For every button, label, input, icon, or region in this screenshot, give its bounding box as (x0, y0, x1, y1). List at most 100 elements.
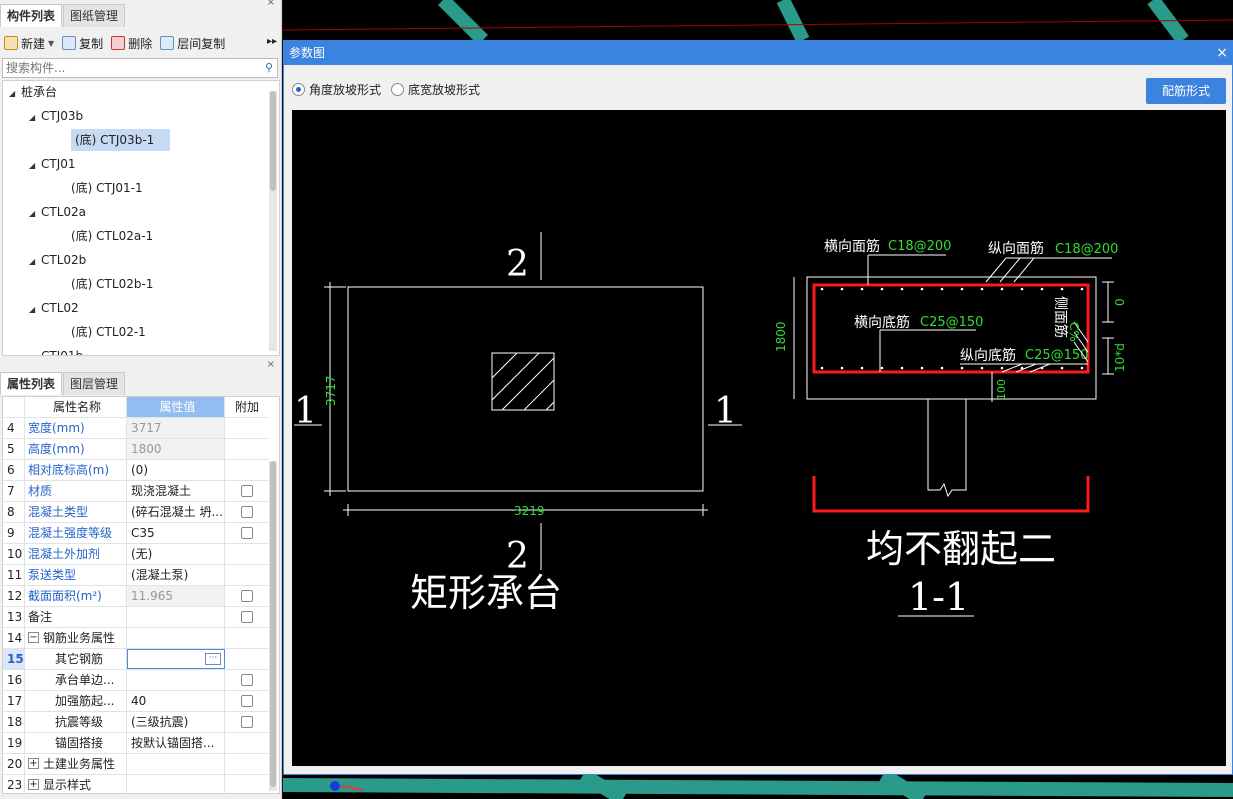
expand-triangle-icon[interactable]: ◢ (29, 155, 41, 177)
copy-button[interactable]: 复制 (62, 35, 103, 52)
property-row[interactable]: 11 泵送类型 (混凝土泵) (3, 565, 269, 586)
extra-checkbox[interactable] (241, 505, 253, 518)
tree-group-item[interactable]: ◢ 桩承台 (9, 81, 57, 103)
property-row[interactable]: 17 加强筋起... 40 (3, 691, 269, 712)
extra-checkbox[interactable] (241, 484, 253, 497)
property-value[interactable]: 现浇混凝土 (127, 481, 225, 501)
expand-triangle-icon[interactable]: ◢ (29, 299, 41, 321)
property-row[interactable]: 19 锚固搭接 按默认锚固搭... (3, 733, 269, 754)
radio-unchecked-icon (391, 83, 405, 96)
property-row-num: 20 (3, 754, 25, 774)
property-row[interactable]: 13 备注 (3, 607, 269, 628)
property-value[interactable] (127, 628, 225, 648)
search-icon[interactable]: ⚲ (265, 61, 273, 74)
property-row[interactable]: 8 混凝土类型 (碎石混凝土 坍... (3, 502, 269, 523)
dim-width-text: 3219 (514, 504, 545, 518)
extra-checkbox[interactable] (241, 673, 253, 686)
floor-copy-button[interactable]: 层间复制 (160, 35, 225, 52)
tree-leaf-item[interactable]: (底) CTL02-1 (71, 321, 146, 343)
extra-checkbox[interactable] (241, 715, 253, 728)
property-row[interactable]: 4 宽度(mm) 3717 (3, 418, 269, 439)
property-value[interactable]: (混凝土泵) (127, 565, 225, 585)
tree-leaf-item[interactable]: (底) CTL02a-1 (71, 225, 153, 247)
expand-triangle-icon[interactable]: ◢ (29, 107, 41, 129)
property-value[interactable] (127, 670, 225, 690)
extra-checkbox[interactable] (241, 526, 253, 539)
tree-leaf-item[interactable]: (底) CTJ01-1 (71, 177, 143, 199)
property-row[interactable]: 18 抗震等级 (三级抗震) (3, 712, 269, 733)
property-row[interactable]: 23 + 显示样式 (3, 775, 269, 793)
property-row[interactable]: 6 相对底标高(m) (0) (3, 460, 269, 481)
new-button[interactable]: 新建 ▼ (4, 35, 54, 52)
extra-checkbox[interactable] (241, 694, 253, 707)
property-row-num: 12 (3, 586, 25, 606)
property-value-text: 1800 (131, 442, 162, 456)
property-value[interactable]: 1800 (127, 439, 225, 459)
tree-group-item[interactable]: ◢ CTJ01 (29, 153, 76, 175)
expand-triangle-icon[interactable]: ◢ (29, 251, 41, 273)
property-value[interactable] (127, 775, 225, 793)
dialog-titlebar[interactable]: 参数图 × (284, 41, 1232, 65)
tree-group-item[interactable]: ◢CTJ01b (29, 345, 83, 355)
property-row[interactable]: 12 截面面积(m²) 11.965 (3, 586, 269, 607)
property-value[interactable]: 11.965 (127, 586, 225, 606)
property-value[interactable] (127, 754, 225, 774)
property-value[interactable]: (0) (127, 460, 225, 480)
tab-component-list[interactable]: 构件列表 (0, 4, 63, 27)
radio-width-slope[interactable]: 底宽放坡形式 (391, 81, 480, 98)
copy-label: 复制 (79, 36, 104, 51)
tree-scrollbar[interactable] (269, 91, 277, 351)
property-value[interactable]: (碎石混凝土 坍... (127, 502, 225, 522)
property-value[interactable]: 按默认锚固搭... (127, 733, 225, 753)
tree-leaf-item[interactable]: (底) CTL02b-1 (71, 273, 153, 295)
property-value[interactable]: (无) (127, 544, 225, 564)
property-row[interactable]: 20 + 土建业务属性 (3, 754, 269, 775)
property-row[interactable]: 7 材质 现浇混凝土 (3, 481, 269, 502)
property-scrollbar-thumb[interactable] (270, 461, 276, 787)
tree-group-item[interactable]: ◢ CTL02 (29, 297, 79, 319)
property-name-label: 泵送类型 (28, 568, 77, 582)
pile-cap-rebar (812, 476, 1090, 513)
expand-plus-icon[interactable]: + (28, 758, 39, 769)
property-value[interactable]: C35 (127, 523, 225, 543)
ellipsis-icon[interactable]: ··· (205, 653, 221, 665)
delete-button[interactable]: 删除 (111, 35, 152, 52)
close-icon[interactable]: × (267, 359, 275, 370)
tree-group-item[interactable]: ◢ CTL02b (29, 249, 86, 271)
rebar-form-button[interactable]: 配筋形式 (1146, 78, 1226, 104)
tree-group-item[interactable]: ◢ CTL02a (29, 201, 86, 223)
property-row[interactable]: 10 混凝土外加剂 (无) (3, 544, 269, 565)
label-bot-long: 纵向底筋 (960, 347, 1016, 364)
property-row[interactable]: 9 混凝土强度等级 C35 (3, 523, 269, 544)
property-value[interactable]: (三级抗震) (127, 712, 225, 732)
property-scrollbar[interactable] (269, 461, 277, 791)
toolbar-overflow-icon[interactable]: ▸▸ (267, 36, 277, 47)
property-row-num: 18 (3, 712, 25, 732)
tree-leaf-item[interactable]: (底) CTJ03b-1 (71, 129, 171, 151)
property-row[interactable]: 14− 钢筋业务属性 (3, 628, 269, 649)
radio-angle-slope[interactable]: 角度放坡形式 (292, 81, 381, 98)
property-value-text: 40 (131, 694, 147, 708)
expand-plus-icon[interactable]: + (28, 779, 39, 790)
property-value[interactable]: ··· (127, 649, 225, 669)
expand-triangle-icon[interactable]: ◢ (29, 203, 41, 225)
property-value[interactable]: 40 (127, 691, 225, 711)
collapse-minus-icon[interactable]: − (28, 632, 39, 643)
tab-layer-manage[interactable]: 图层管理 (63, 372, 126, 395)
expand-triangle-icon[interactable]: ◢ (29, 347, 41, 355)
expand-triangle-icon[interactable]: ◢ (9, 83, 21, 105)
property-value[interactable] (127, 607, 225, 627)
property-row[interactable]: 15 其它钢筋 ··· (3, 649, 269, 670)
extra-checkbox[interactable] (241, 610, 253, 623)
tab-drawing-manage[interactable]: 图纸管理 (63, 4, 126, 27)
tree-group-item[interactable]: ◢ CTJ03b (29, 105, 83, 127)
close-icon[interactable]: × (1216, 41, 1228, 65)
property-value[interactable]: 3717 (127, 418, 225, 438)
search-input[interactable] (3, 59, 253, 77)
tree-scrollbar-thumb[interactable] (270, 91, 276, 191)
extra-checkbox[interactable] (241, 589, 253, 602)
close-icon[interactable]: × (267, 0, 275, 8)
property-row[interactable]: 5 高度(mm) 1800 (3, 439, 269, 460)
property-row[interactable]: 16 承台单边... (3, 670, 269, 691)
tab-property-list[interactable]: 属性列表 (0, 372, 63, 395)
